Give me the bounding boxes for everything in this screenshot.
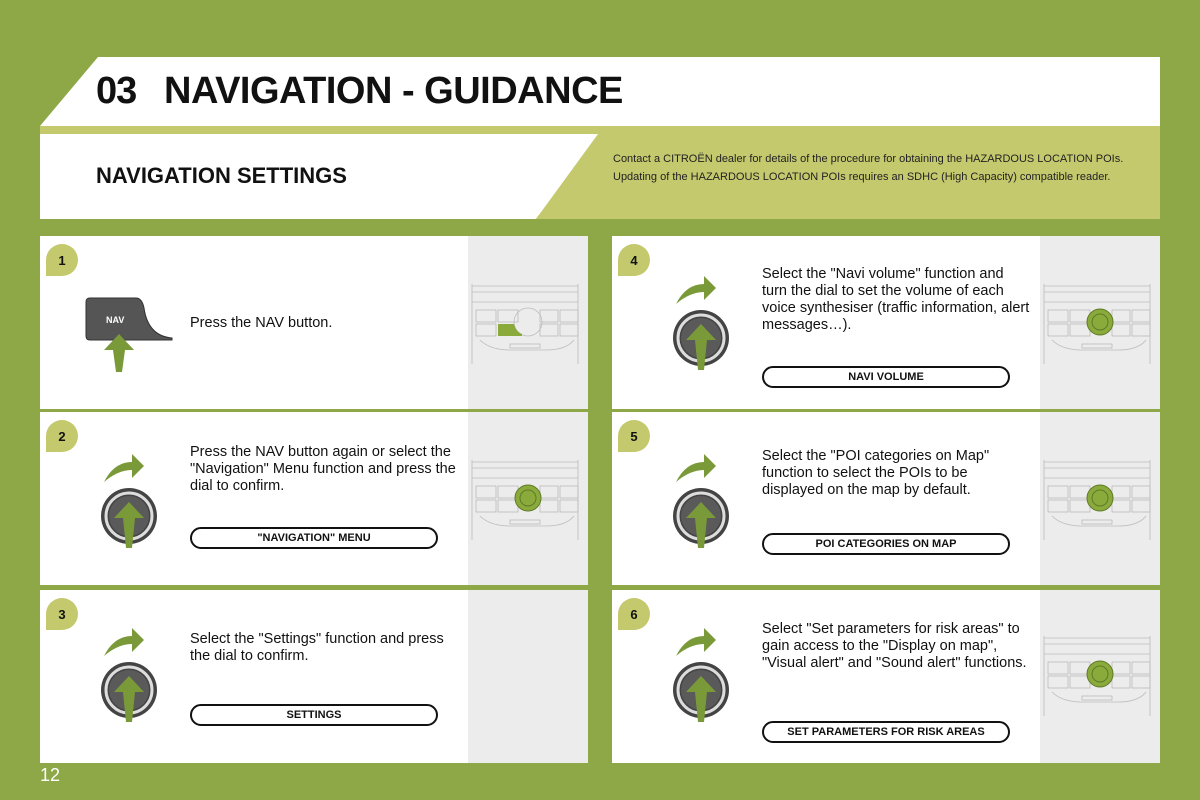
radio-panel-dial-highlight-icon <box>471 460 579 540</box>
step-card-4: 4 Select the "Navi volume" function and … <box>612 236 1160 409</box>
step-badge: 6 <box>618 598 650 630</box>
radio-panel-dial-highlight-icon <box>1043 460 1151 540</box>
nav-button-press-icon: NAV <box>85 297 173 372</box>
page-number: 12 <box>40 765 61 785</box>
step-badge: 2 <box>46 420 78 452</box>
poi-categories-menu-item[interactable]: POI CATEGORIES ON MAP <box>762 533 1010 555</box>
step-badge: 5 <box>618 420 650 452</box>
step-text: Select "Set parameters for risk areas" t… <box>762 621 1027 671</box>
chapter-title: NAVIGATION - GUIDANCE <box>164 70 623 112</box>
radio-panel-dial-highlight-icon <box>1043 284 1151 364</box>
step-card-5: 5 Select the "POI categories on Map" fun… <box>612 412 1160 585</box>
step-badge: 4 <box>618 244 650 276</box>
step-badge: 1 <box>46 244 78 276</box>
nav-key-label: NAV <box>106 315 124 325</box>
dial-press-icon <box>673 628 729 722</box>
step-badge: 3 <box>46 598 78 630</box>
navi-volume-menu-item[interactable]: NAVI VOLUME <box>762 366 1010 388</box>
section-title: NAVIGATION SETTINGS <box>96 163 347 188</box>
dial-press-icon <box>101 454 157 548</box>
radio-panel-dial-highlight-icon <box>1043 636 1151 716</box>
header-band <box>40 126 1160 134</box>
step-text: Select the "POI categories on Map" funct… <box>762 448 990 498</box>
step-text: Select the "Settings" function and press… <box>190 631 444 664</box>
dial-press-icon <box>673 454 729 548</box>
step-text: Select the "Navi volume" function and tu… <box>762 266 1030 333</box>
device-panel <box>468 590 588 763</box>
step-text: Press the NAV button. <box>190 315 333 331</box>
step-card-2: 2 Press the NAV button again or select t… <box>40 412 588 585</box>
settings-menu-item[interactable]: SETTINGS <box>190 704 438 726</box>
step-card-1: 1 NAV Press the NAV button. <box>40 236 588 409</box>
chapter-number: 03 <box>96 70 137 112</box>
risk-areas-menu-item[interactable]: SET PARAMETERS FOR RISK AREAS <box>762 721 1010 743</box>
step-card-6: 6 Select "Set parameters for risk areas"… <box>612 590 1160 763</box>
dial-press-icon <box>101 628 157 722</box>
navigation-menu-item[interactable]: "NAVIGATION" MENU <box>190 527 438 549</box>
step-text: Press the NAV button again or select the… <box>190 444 456 494</box>
radio-panel-nav-highlight-icon <box>471 284 579 364</box>
step-card-3: 3 Select the "Settings" function and pre… <box>40 590 588 763</box>
dial-turn-icon <box>673 276 729 370</box>
note-text: Contact a CITROËN dealer for details of … <box>613 153 1124 183</box>
